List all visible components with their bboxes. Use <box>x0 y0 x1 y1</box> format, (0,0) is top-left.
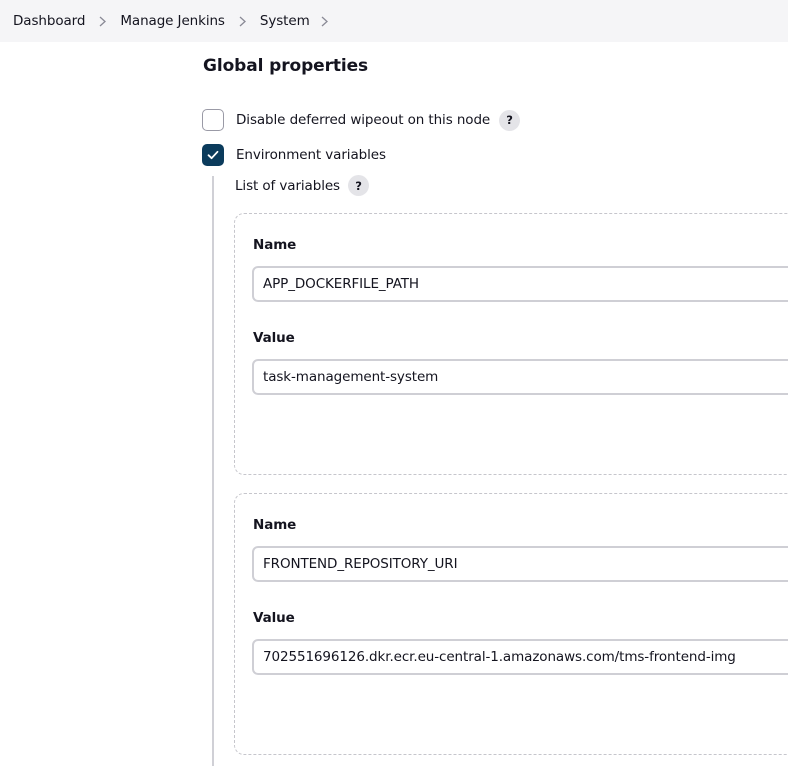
environment-variables-label[interactable]: Environment variables <box>236 147 386 163</box>
deferred-wipeout-option: Disable deferred wipeout on this node ? <box>202 109 521 131</box>
name-label: Name <box>253 517 297 533</box>
section-title: Global properties <box>203 56 369 76</box>
value-label: Value <box>253 610 295 626</box>
checkmark-icon <box>207 150 219 160</box>
breadcrumb-item-dashboard[interactable]: Dashboard <box>13 13 85 29</box>
list-of-variables-header: List of variables ? <box>235 175 369 196</box>
nested-section-divider <box>212 176 214 766</box>
variable-entry: Name Value <box>234 213 788 475</box>
variable-name-input[interactable] <box>252 546 788 582</box>
deferred-wipeout-checkbox[interactable] <box>202 109 224 131</box>
help-icon[interactable]: ? <box>499 109 521 131</box>
chevron-right-icon <box>85 0 120 42</box>
breadcrumb-item-system[interactable]: System <box>260 13 310 29</box>
chevron-right-icon <box>225 0 260 42</box>
environment-variables-option: Environment variables <box>202 144 386 166</box>
chevron-right-icon[interactable] <box>310 0 340 42</box>
deferred-wipeout-label[interactable]: Disable deferred wipeout on this node <box>236 112 490 128</box>
variable-value-input[interactable] <box>252 359 788 395</box>
breadcrumb-item-manage-jenkins[interactable]: Manage Jenkins <box>120 13 225 29</box>
variable-entry: Name Value <box>234 493 788 755</box>
value-label: Value <box>253 330 295 346</box>
name-label: Name <box>253 237 297 253</box>
environment-variables-checkbox[interactable] <box>202 144 224 166</box>
list-of-variables-label: List of variables <box>235 177 340 194</box>
variable-value-input[interactable] <box>252 639 788 675</box>
variable-name-input[interactable] <box>252 266 788 302</box>
breadcrumb: Dashboard Manage Jenkins System <box>0 0 788 42</box>
help-icon[interactable]: ? <box>348 175 369 196</box>
